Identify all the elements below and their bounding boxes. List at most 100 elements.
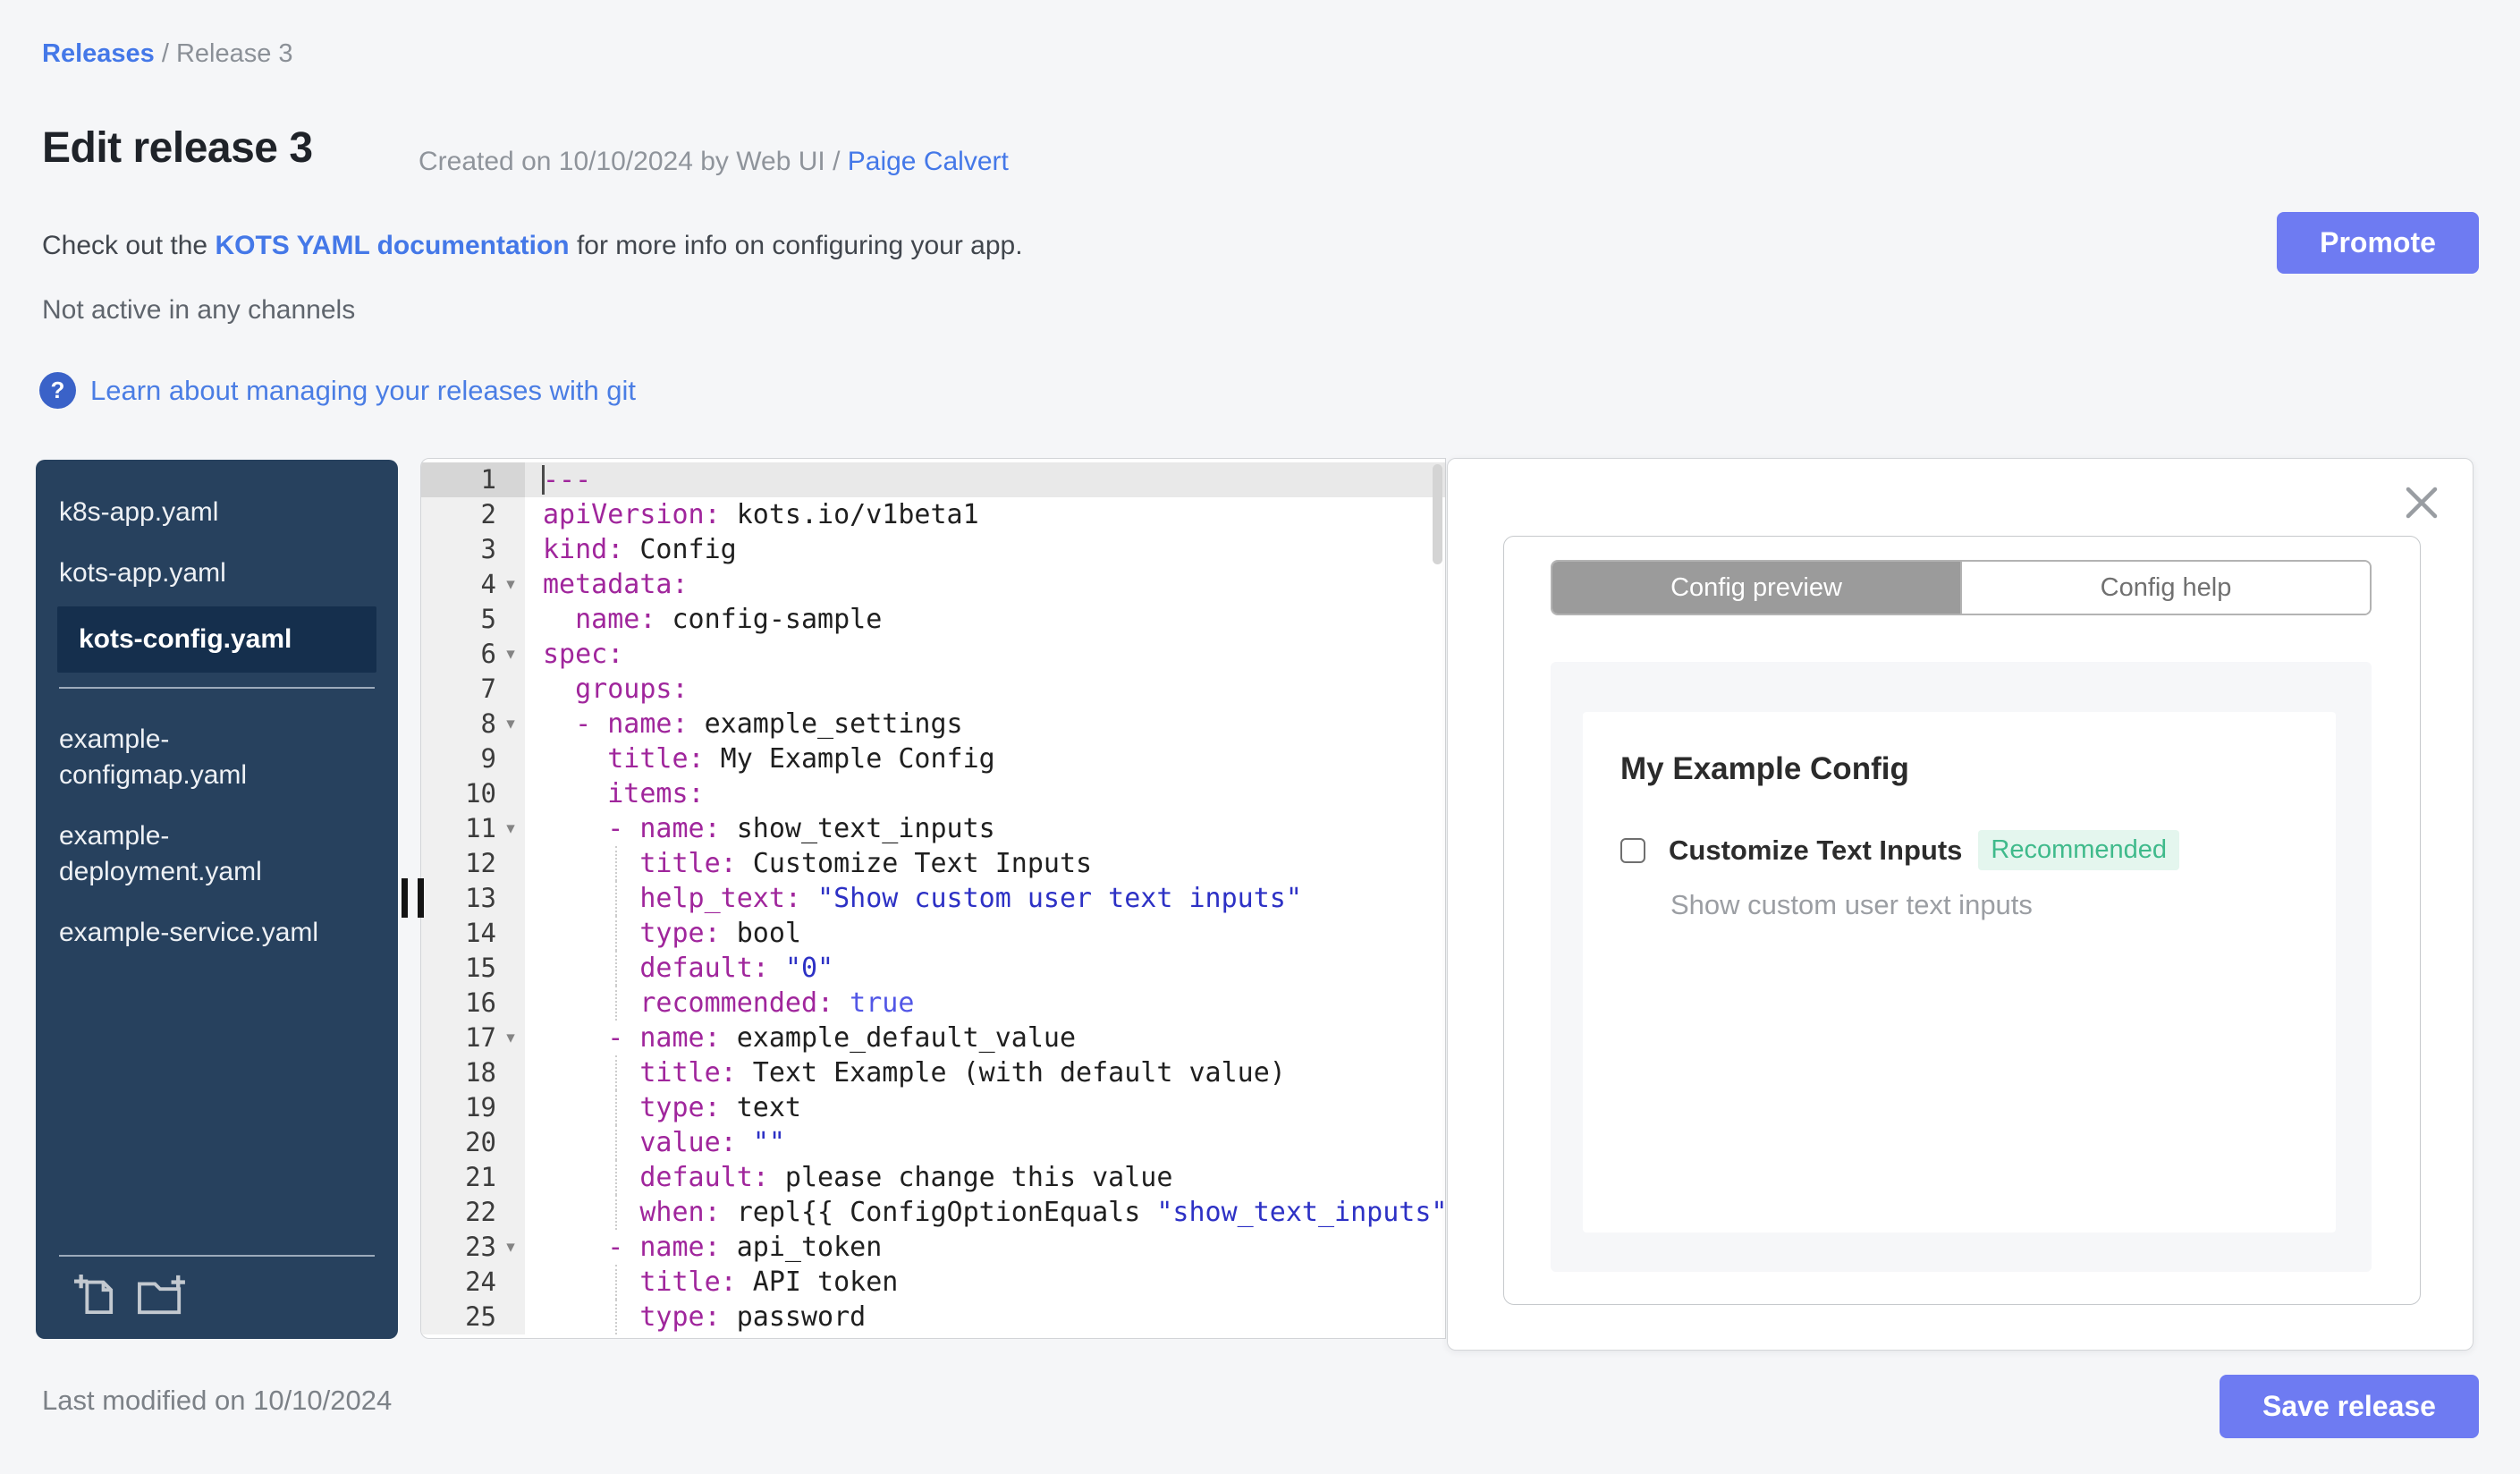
- fold-widget-icon[interactable]: ▾: [500, 1230, 521, 1265]
- code-line[interactable]: 3 kind: Config: [421, 532, 1445, 567]
- code-text[interactable]: groups:: [525, 672, 1445, 707]
- fold-widget-icon[interactable]: ▾: [500, 567, 521, 602]
- sidebar-file-example-service-yaml[interactable]: example-service.yaml: [36, 905, 398, 961]
- code-text[interactable]: title: My Example Config: [525, 741, 1445, 776]
- code-text[interactable]: help_text: "Show custom user text inputs…: [525, 881, 1445, 916]
- line-number: 12: [421, 846, 525, 881]
- code-text[interactable]: recommended: true: [525, 986, 1445, 1021]
- indent-guide: [615, 1055, 617, 1090]
- add-file-icon[interactable]: [73, 1272, 114, 1321]
- fold-widget-icon[interactable]: ▾: [500, 1021, 521, 1055]
- code-text[interactable]: kind: Config: [525, 532, 1445, 567]
- editor-scrollbar-thumb[interactable]: [1433, 464, 1442, 564]
- channel-status: Not active in any channels: [42, 295, 356, 325]
- config-group-title: My Example Config: [1620, 751, 1909, 786]
- code-line[interactable]: 6 ▾ spec:: [421, 637, 1445, 672]
- code-line[interactable]: 13 help_text: "Show custom user text inp…: [421, 881, 1445, 916]
- code-line[interactable]: 14 type: bool: [421, 916, 1445, 951]
- code-text[interactable]: - name: api_token: [525, 1230, 1445, 1265]
- code-text[interactable]: items:: [525, 776, 1445, 811]
- customize-text-inputs-checkbox[interactable]: [1620, 837, 1645, 863]
- code-text[interactable]: - name: example_settings: [525, 707, 1445, 741]
- code-text[interactable]: title: Customize Text Inputs: [525, 846, 1445, 881]
- save-release-button[interactable]: Save release: [2220, 1375, 2479, 1438]
- config-checkbox-row: Customize Text Inputs Recommended: [1620, 830, 2180, 870]
- sidebar-file-kots-config-yaml[interactable]: kots-config.yaml: [57, 606, 376, 673]
- indent-guide: [615, 1160, 617, 1195]
- code-line[interactable]: 22 when: repl{{ ConfigOptionEquals "show…: [421, 1195, 1445, 1230]
- code-text[interactable]: when: repl{{ ConfigOptionEquals "show_te…: [525, 1195, 1445, 1230]
- git-help-row: ? Learn about managing your releases wit…: [39, 372, 636, 409]
- code-line[interactable]: 18 title: Text Example (with default val…: [421, 1055, 1445, 1090]
- code-text[interactable]: type: text: [525, 1090, 1445, 1125]
- add-folder-icon[interactable]: [136, 1272, 186, 1321]
- kots-yaml-doc-link[interactable]: KOTS YAML documentation: [215, 231, 569, 260]
- code-text[interactable]: title: Text Example (with default value): [525, 1055, 1445, 1090]
- code-line[interactable]: 24 title: API token: [421, 1265, 1445, 1300]
- help-question-icon[interactable]: ?: [39, 372, 76, 409]
- code-line[interactable]: 4 ▾ metadata:: [421, 567, 1445, 602]
- code-line[interactable]: 9 title: My Example Config: [421, 741, 1445, 776]
- fold-widget-icon[interactable]: ▾: [500, 811, 521, 846]
- code-text[interactable]: spec:: [525, 637, 1445, 672]
- code-line[interactable]: 19 type: text: [421, 1090, 1445, 1125]
- code-line[interactable]: 17 ▾ - name: example_default_value: [421, 1021, 1445, 1055]
- code-text[interactable]: name: config-sample: [525, 602, 1445, 637]
- code-line[interactable]: 10 items:: [421, 776, 1445, 811]
- code-line[interactable]: 20 value: "": [421, 1125, 1445, 1160]
- breadcrumb-releases-link[interactable]: Releases: [42, 39, 155, 68]
- indent-guide: [615, 1125, 617, 1160]
- tab-config-preview[interactable]: Config preview: [1552, 562, 1960, 614]
- sidebar-file-example-configmap-yaml[interactable]: example-configmap.yaml: [36, 712, 398, 803]
- promote-button[interactable]: Promote: [2277, 212, 2479, 274]
- doc-suffix: for more info on configuring your app.: [569, 231, 1023, 260]
- line-number: 13: [421, 881, 525, 916]
- code-line[interactable]: 15 default: "0": [421, 951, 1445, 986]
- checkbox-label: Customize Text Inputs: [1669, 834, 1963, 866]
- code-text[interactable]: title: API token: [525, 1265, 1445, 1300]
- code-line[interactable]: 1 ---: [421, 462, 1445, 497]
- sidebar-resize-handle[interactable]: [402, 878, 425, 918]
- code-line[interactable]: 5 name: config-sample: [421, 602, 1445, 637]
- sidebar-file-example-deployment-yaml[interactable]: example-deployment.yaml: [36, 809, 398, 900]
- doc-line: Check out the KOTS YAML documentation fo…: [42, 231, 1023, 261]
- config-preview-area: My Example Config Customize Text Inputs …: [1551, 662, 2372, 1272]
- code-line[interactable]: 11 ▾ - name: show_text_inputs: [421, 811, 1445, 846]
- line-number: 14: [421, 916, 525, 951]
- code-line[interactable]: 21 default: please change this value: [421, 1160, 1445, 1195]
- breadcrumb: Releases / Release 3: [42, 39, 293, 69]
- created-author-link[interactable]: Paige Calvert: [848, 147, 1009, 176]
- sidebar-file-kots-app-yaml[interactable]: kots-app.yaml: [36, 546, 398, 601]
- line-number: 24: [421, 1265, 525, 1300]
- code-text[interactable]: - name: example_default_value: [525, 1021, 1445, 1055]
- sidebar-divider: [59, 1255, 375, 1257]
- code-text[interactable]: apiVersion: kots.io/v1beta1: [525, 497, 1445, 532]
- yaml-editor[interactable]: 1 --- 2 apiVersion: kots.io/v1beta1 3 kind: C…: [420, 458, 1446, 1339]
- code-line[interactable]: 2 apiVersion: kots.io/v1beta1: [421, 497, 1445, 532]
- code-text[interactable]: default: "0": [525, 951, 1445, 986]
- code-text[interactable]: value: "": [525, 1125, 1445, 1160]
- last-modified-text: Last modified on 10/10/2024: [42, 1385, 393, 1416]
- line-number: 11 ▾: [421, 811, 525, 846]
- git-releases-link[interactable]: Learn about managing your releases with …: [90, 375, 636, 407]
- code-line[interactable]: 25 type: password: [421, 1300, 1445, 1334]
- code-line[interactable]: 7 groups:: [421, 672, 1445, 707]
- fold-widget-icon[interactable]: ▾: [500, 637, 521, 672]
- code-line[interactable]: 12 title: Customize Text Inputs: [421, 846, 1445, 881]
- code-text[interactable]: type: password: [525, 1300, 1445, 1334]
- code-text[interactable]: type: bool: [525, 916, 1445, 951]
- breadcrumb-separator: /: [154, 39, 176, 68]
- sidebar-actions: [73, 1272, 186, 1321]
- code-text[interactable]: - name: show_text_inputs: [525, 811, 1445, 846]
- code-line[interactable]: 8 ▾ - name: example_settings: [421, 707, 1445, 741]
- code-text[interactable]: ---: [525, 462, 1445, 497]
- sidebar-file-k8s-app-yaml[interactable]: k8s-app.yaml: [36, 485, 398, 540]
- code-line[interactable]: 23 ▾ - name: api_token: [421, 1230, 1445, 1265]
- close-icon[interactable]: [2401, 482, 2442, 523]
- tab-config-help[interactable]: Config help: [1960, 562, 2370, 614]
- code-text[interactable]: metadata:: [525, 567, 1445, 602]
- line-number: 10: [421, 776, 525, 811]
- code-line[interactable]: 16 recommended: true: [421, 986, 1445, 1021]
- code-text[interactable]: default: please change this value: [525, 1160, 1445, 1195]
- fold-widget-icon[interactable]: ▾: [500, 707, 521, 741]
